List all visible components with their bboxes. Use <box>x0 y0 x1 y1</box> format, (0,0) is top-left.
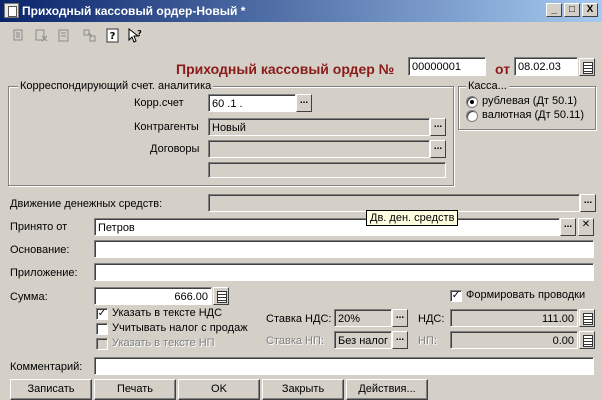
attachment-label: Приложение: <box>10 267 78 279</box>
window-title: Приходный кассовый ордер-Новый * <box>22 4 246 18</box>
basis-field[interactable] <box>94 240 594 258</box>
kassa-val-label[interactable]: валютная (Дт 50.11) <box>482 109 584 121</box>
contracts-select-button[interactable]: ... <box>430 140 446 158</box>
cashflow-select-button[interactable]: ... <box>580 194 596 212</box>
amount-label: Сумма: <box>10 291 48 303</box>
minimize-button[interactable]: _ <box>546 3 562 17</box>
received-from-clear-button[interactable]: ✕ <box>578 218 594 236</box>
kassa-group <box>458 86 596 130</box>
amount-field[interactable]: 666.00 <box>94 287 212 305</box>
np-calculator-button[interactable] <box>579 331 595 349</box>
kassa-rub-label[interactable]: рублевая (Дт 50.1) <box>482 95 577 107</box>
maximize-button[interactable]: □ <box>564 3 580 17</box>
contracts-extra-field <box>208 162 446 178</box>
np-rate-field[interactable]: Без налог <box>334 331 392 349</box>
np-in-text-label: Указать в тексте НП <box>112 337 215 349</box>
amount-calculator-button[interactable] <box>213 287 229 305</box>
copy-doc-icon[interactable] <box>10 28 27 45</box>
vat-calculator-button[interactable] <box>579 309 595 327</box>
delete-doc-icon[interactable] <box>33 28 50 45</box>
ok-button[interactable]: OK <box>178 379 260 400</box>
sales-tax-label[interactable]: Учитывать налог с продаж <box>112 322 248 334</box>
np-label: НП: <box>418 335 437 347</box>
kassa-rub-radio[interactable] <box>466 96 478 108</box>
close-window-button[interactable]: X <box>582 3 598 17</box>
close-button[interactable]: Закрыть <box>262 379 344 400</box>
received-from-field[interactable]: Петров <box>94 218 560 236</box>
doc-date-field[interactable]: 08.02.03 <box>514 57 578 76</box>
print-button[interactable]: Печать <box>94 379 176 400</box>
vat-field[interactable]: 111.00 <box>450 309 578 327</box>
save-button[interactable]: Записать <box>10 379 92 400</box>
contracts-field[interactable] <box>208 140 430 158</box>
np-rate-label: Ставка НП: <box>266 335 324 347</box>
corr-account-field[interactable]: 60 .1 . <box>208 94 296 112</box>
title-bar: Приходный кассовый ордер-Новый * _ □ X <box>0 0 602 22</box>
contractor-select-button[interactable]: ... <box>430 118 446 136</box>
properties-icon[interactable] <box>55 28 72 45</box>
vat-label: НДС: <box>418 313 445 325</box>
actions-button[interactable]: Действия... <box>346 379 428 400</box>
doc-number-field[interactable]: 00000001 <box>408 57 486 76</box>
corr-group-title: Корреспондирующий счет. аналитика <box>18 80 214 92</box>
cashflow-label: Движение денежных средств: <box>10 198 163 210</box>
vat-rate-label: Ставка НДС: <box>266 313 332 325</box>
np-field[interactable]: 0.00 <box>450 331 578 349</box>
contracts-label: Договоры <box>150 143 200 155</box>
post-entries-label[interactable]: Формировать проводки <box>466 289 585 301</box>
post-entries-checkbox[interactable]: ✓ <box>450 290 462 302</box>
basis-label: Основание: <box>10 244 70 256</box>
kassa-group-title: Касса... <box>466 80 509 92</box>
kassa-val-radio[interactable] <box>466 110 478 122</box>
doc-title: Приходный кассовый ордер № <box>176 61 395 77</box>
cashflow-tooltip: Дв. ден. средств <box>366 210 459 226</box>
received-from-label: Принято от <box>10 221 68 233</box>
np-rate-select-button[interactable]: ... <box>392 331 408 349</box>
structure-icon[interactable] <box>81 28 98 45</box>
vat-rate-field[interactable]: 20% <box>334 309 392 327</box>
comment-field[interactable] <box>94 357 594 375</box>
calendar-button[interactable] <box>579 58 595 76</box>
help-icon[interactable]: ? <box>104 28 121 45</box>
corr-account-label: Корр.счет <box>134 97 184 109</box>
vat-in-text-label[interactable]: Указать в тексте НДС <box>112 307 222 319</box>
svg-text:?: ? <box>137 29 142 38</box>
vat-rate-select-button[interactable]: ... <box>392 309 408 327</box>
attachment-field[interactable] <box>94 263 594 281</box>
svg-text:?: ? <box>110 31 116 42</box>
context-help-icon[interactable]: ? <box>126 27 143 45</box>
vat-in-text-checkbox[interactable]: ✓ <box>96 308 108 320</box>
comment-label: Комментарий: <box>10 361 83 373</box>
sales-tax-checkbox[interactable] <box>96 323 108 335</box>
date-label: от <box>495 61 511 77</box>
corr-account-select-button[interactable]: ... <box>296 94 312 112</box>
contractor-field[interactable]: Новый <box>208 118 430 136</box>
np-in-text-checkbox <box>96 338 108 350</box>
received-from-select-button[interactable]: ... <box>560 218 576 236</box>
document-icon <box>4 3 19 18</box>
contractor-label: Контрагенты <box>134 121 199 133</box>
